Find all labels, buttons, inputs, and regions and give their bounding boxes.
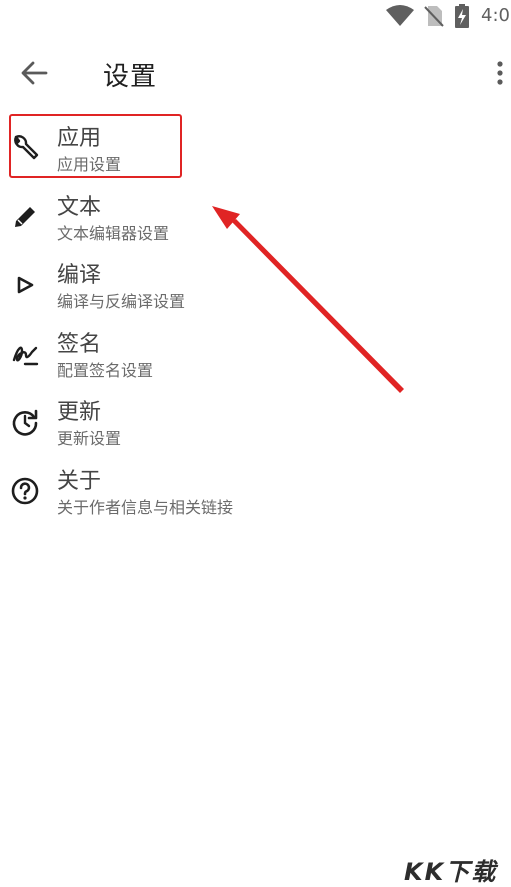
wifi-icon [386, 5, 414, 26]
settings-item-desc: 关于作者信息与相关链接 [57, 498, 234, 517]
settings-item-signature[interactable]: 签名 配置签名设置 [0, 329, 511, 389]
settings-item-desc: 编译与反编译设置 [57, 292, 186, 311]
settings-item-label: 更新 [57, 400, 102, 425]
settings-item-label: 文本 [57, 195, 102, 220]
app-bar: 设置 [0, 44, 511, 102]
status-time: 4:0 [481, 5, 510, 26]
page-title: 设置 [103, 62, 158, 92]
settings-item-desc: 配置签名设置 [57, 361, 154, 380]
play-icon [17, 276, 34, 294]
no-sim-icon [424, 6, 444, 27]
pencil-icon [15, 207, 35, 227]
highlight-box [9, 114, 182, 178]
overflow-menu-button[interactable] [490, 59, 510, 89]
settings-item-desc: 文本编辑器设置 [57, 224, 170, 243]
battery-charging-icon [455, 4, 469, 28]
settings-item-desc: 更新设置 [57, 429, 122, 448]
more-vert-icon [497, 61, 503, 85]
signature-icon [12, 346, 39, 366]
settings-item-update[interactable]: 更新 更新设置 [0, 397, 511, 457]
status-bar: 4:0 [0, 0, 511, 32]
back-button[interactable] [18, 58, 52, 88]
settings-item-compile[interactable]: 编译 编译与反编译设置 [0, 260, 511, 320]
settings-item-label: 关于 [57, 469, 102, 494]
settings-item-text[interactable]: 文本 文本编辑器设置 [0, 192, 511, 252]
help-icon [11, 477, 39, 505]
settings-item-label: 编译 [57, 263, 102, 288]
arrow-back-icon [21, 61, 48, 85]
settings-item-about[interactable]: 关于 关于作者信息与相关链接 [0, 466, 511, 526]
update-icon [12, 409, 38, 436]
settings-item-label: 签名 [57, 332, 102, 357]
watermark: KK下载 [404, 858, 498, 886]
